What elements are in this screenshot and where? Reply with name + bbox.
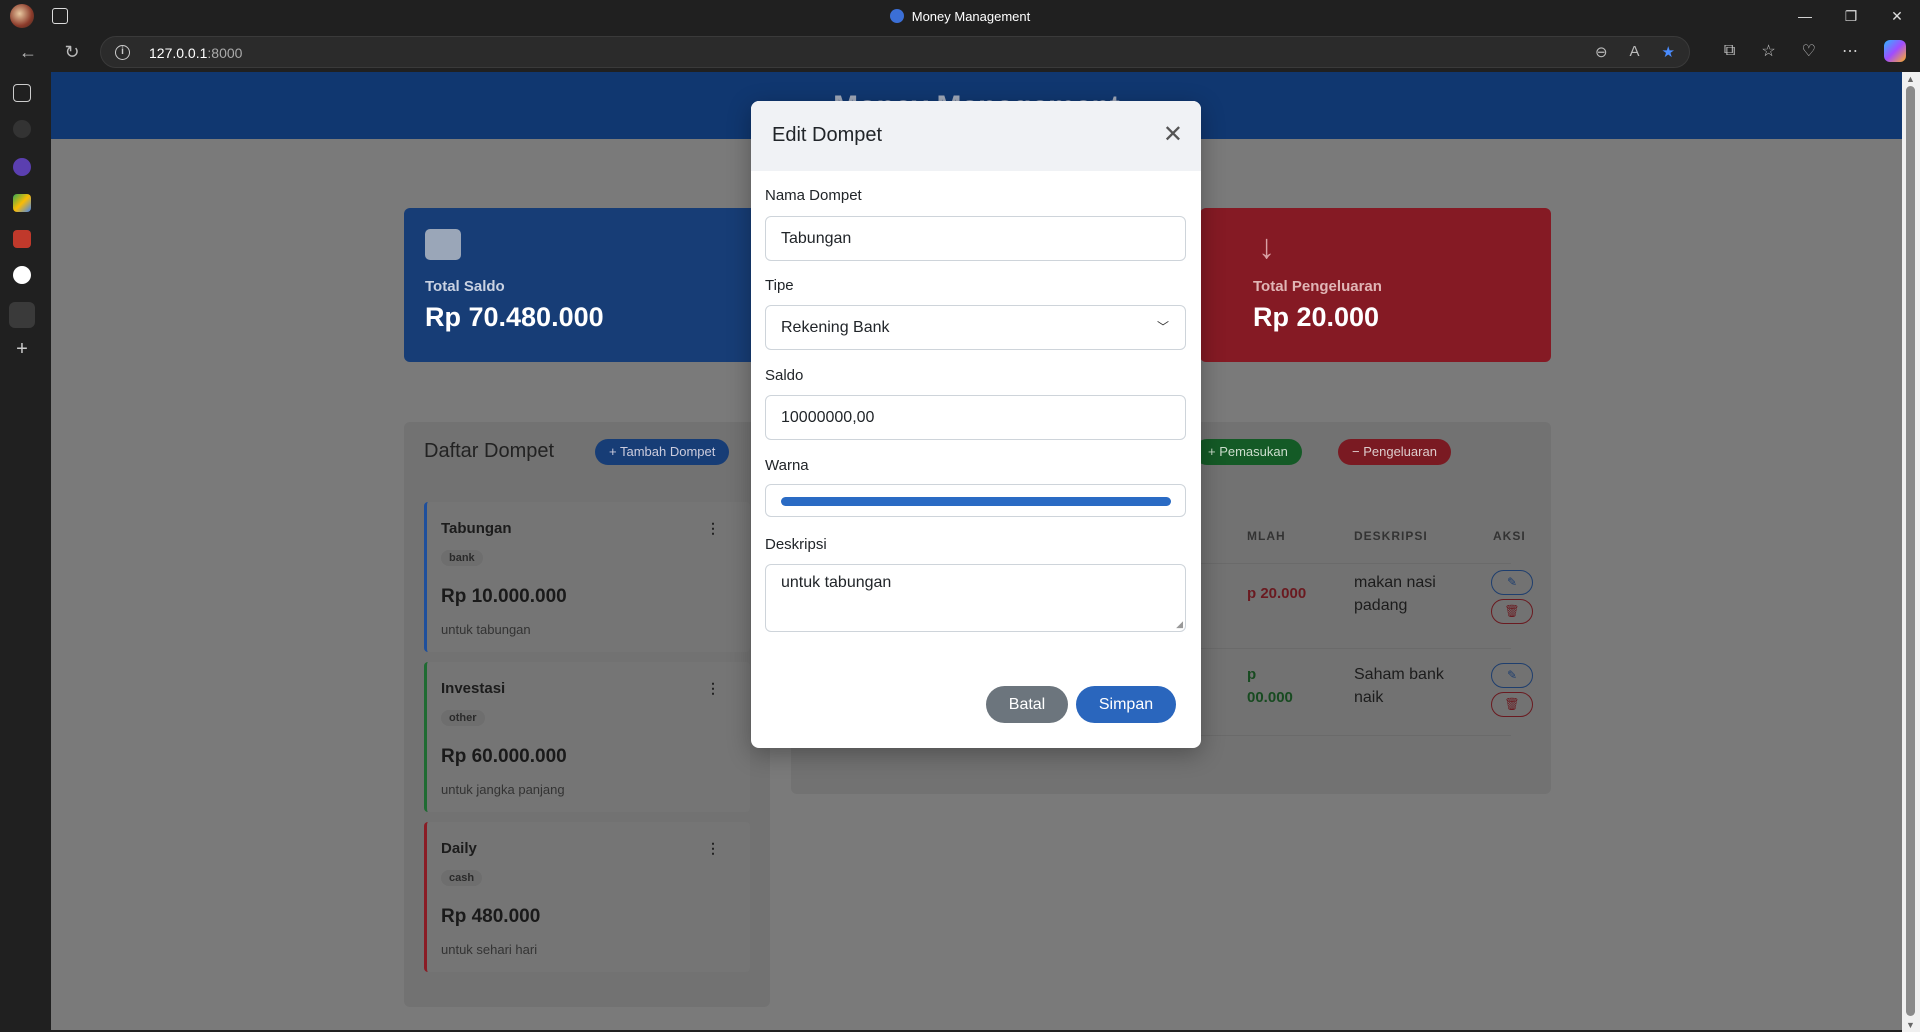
drive-icon[interactable] — [13, 194, 31, 212]
description-textarea[interactable]: untuk tabungan ◢ — [765, 564, 1186, 632]
edit-transaction-icon[interactable]: ✎ — [1491, 570, 1533, 595]
delete-transaction-icon[interactable]: 🗑 — [1491, 599, 1533, 624]
url-text: 127.0.0.1:8000 — [149, 45, 243, 61]
wallet-type-badge: other — [441, 710, 485, 726]
name-label: Nama Dompet — [765, 187, 862, 204]
arrow-down-icon: ↓ — [1258, 228, 1275, 266]
wallet-card[interactable]: Investasi other Rp 60.000.000 untuk jang… — [424, 662, 750, 812]
wallet-card[interactable]: Daily cash Rp 480.000 untuk sehari hari … — [424, 822, 750, 972]
transaction-amount: p 20.000 — [1247, 585, 1307, 602]
add-expense-button[interactable]: − Pengeluaran — [1338, 439, 1451, 465]
refresh-icon[interactable]: ↻ — [60, 40, 84, 64]
type-label: Tipe — [765, 277, 794, 294]
close-icon[interactable]: ✕ — [1163, 123, 1183, 147]
color-picker[interactable] — [765, 484, 1186, 517]
minimize-icon[interactable]: — — [1782, 0, 1828, 32]
wallet-icon — [425, 229, 461, 260]
wallet-list-panel: Daftar Dompet + Tambah Dompet Tabungan b… — [404, 422, 770, 1007]
add-sidebar-icon[interactable]: + — [13, 339, 31, 359]
browser-sidebar: + — [0, 72, 50, 1032]
cancel-button[interactable]: Batal — [986, 686, 1068, 723]
pdf-icon[interactable] — [13, 230, 31, 248]
scroll-down-icon[interactable]: ▼ — [1906, 1020, 1915, 1030]
transaction-amount: p 00.000 — [1247, 666, 1293, 706]
scroll-up-icon[interactable]: ▲ — [1906, 74, 1915, 84]
column-header-description: DESKRIPSI — [1354, 529, 1428, 543]
wallet-name-input[interactable]: Tabungan — [765, 216, 1186, 261]
description-text: untuk tabungan — [781, 574, 892, 591]
page-scrollbar[interactable]: ▲ ▼ — [1902, 72, 1920, 1032]
scrollbar-thumb[interactable] — [1906, 86, 1915, 1016]
wallet-name: Daily — [441, 840, 477, 857]
saldo-input[interactable]: 10000000,00 — [765, 395, 1186, 440]
total-pengeluaran-card: ↓ Total Pengeluaran Rp 20.000 — [1200, 208, 1551, 362]
wallet-list-title: Daftar Dompet — [424, 440, 555, 462]
add-income-button[interactable]: + Pemasukan — [1194, 439, 1302, 465]
wallet-menu-icon[interactable]: ⋮ — [706, 680, 720, 697]
active-app-icon[interactable] — [9, 302, 35, 328]
wallet-description: untuk jangka panjang — [441, 782, 565, 797]
performance-icon[interactable]: ♡ — [1802, 41, 1816, 61]
resize-grip-icon[interactable]: ◢ — [1176, 619, 1183, 630]
browser-titlebar: Money Management — ❐ ✕ — [0, 0, 1920, 32]
wallet-type-badge: cash — [441, 870, 483, 886]
column-header-amount: MLAH — [1247, 529, 1286, 543]
modal-title: Edit Dompet — [772, 124, 883, 146]
zoom-out-icon[interactable]: ⊖ — [1595, 43, 1608, 61]
app-icon[interactable] — [13, 158, 31, 176]
tab-actions-icon[interactable] — [13, 84, 31, 102]
column-header-actions: AKSI — [1493, 529, 1526, 543]
site-info-icon[interactable]: i — [115, 45, 130, 60]
restore-icon[interactable]: ❐ — [1828, 0, 1874, 32]
wallet-amount: Rp 10.000.000 — [441, 586, 567, 607]
copilot-icon[interactable] — [1884, 40, 1906, 62]
total-pengeluaran-label: Total Pengeluaran — [1253, 278, 1382, 295]
favorite-star-icon[interactable]: ★ — [1662, 43, 1675, 61]
more-menu-icon[interactable]: ⋯ — [1842, 41, 1858, 61]
wallet-menu-icon[interactable]: ⋮ — [706, 840, 720, 857]
wallet-description: untuk tabungan — [441, 622, 531, 637]
browser-toolbar: ← ↻ i 127.0.0.1:8000 ⊖ A ★ ⧉ ☆ ♡ ⋯ — [0, 32, 1920, 72]
transaction-description: Saham bank naik — [1354, 666, 1444, 706]
delete-transaction-icon[interactable]: 🗑 — [1491, 692, 1533, 717]
save-button[interactable]: Simpan — [1076, 686, 1176, 723]
extensions-icon[interactable]: ⧉ — [1724, 42, 1735, 60]
wallet-name: Investasi — [441, 680, 506, 697]
notion-icon[interactable] — [13, 120, 31, 138]
site-favicon-icon — [889, 9, 904, 23]
total-saldo-label: Total Saldo — [425, 278, 505, 295]
wallet-card[interactable]: Tabungan bank Rp 10.000.000 untuk tabung… — [424, 502, 750, 652]
color-swatch — [781, 497, 1171, 506]
close-window-icon[interactable]: ✕ — [1874, 0, 1920, 32]
type-selected-value: Rekening Bank — [781, 319, 890, 336]
transaction-description: makan nasi padang — [1354, 574, 1436, 614]
address-bar[interactable]: i 127.0.0.1:8000 ⊖ A ★ — [100, 36, 1690, 68]
modal-header: Edit Dompet ✕ — [751, 101, 1201, 171]
wallet-name: Tabungan — [441, 520, 512, 537]
add-wallet-button[interactable]: + Tambah Dompet — [595, 439, 730, 465]
chevron-down-icon: ﹀ — [1156, 320, 1169, 334]
wallet-amount: Rp 480.000 — [441, 906, 541, 927]
saldo-label: Saldo — [765, 367, 804, 384]
wallet-amount: Rp 60.000.000 — [441, 746, 567, 767]
description-label: Deskripsi — [765, 536, 827, 553]
wallet-type-badge: bank — [441, 550, 483, 566]
wallet-description: untuk sehari hari — [441, 942, 538, 957]
edit-wallet-modal: Edit Dompet ✕ Nama Dompet Tabungan Tipe … — [751, 101, 1201, 748]
app-icon-2[interactable] — [13, 266, 31, 284]
wallet-type-select[interactable]: Rekening Bank ﹀ — [765, 305, 1186, 350]
wallet-menu-icon[interactable]: ⋮ — [706, 520, 720, 537]
total-pengeluaran-value: Rp 20.000 — [1253, 302, 1380, 332]
window-title: Money Management — [0, 9, 1920, 24]
back-icon[interactable]: ← — [16, 40, 40, 64]
edit-transaction-icon[interactable]: ✎ — [1491, 663, 1533, 688]
read-aloud-icon[interactable]: A — [1630, 43, 1640, 61]
favorites-icon[interactable]: ☆ — [1761, 41, 1775, 61]
color-label: Warna — [765, 457, 809, 474]
total-saldo-value: Rp 70.480.000 — [425, 302, 604, 332]
